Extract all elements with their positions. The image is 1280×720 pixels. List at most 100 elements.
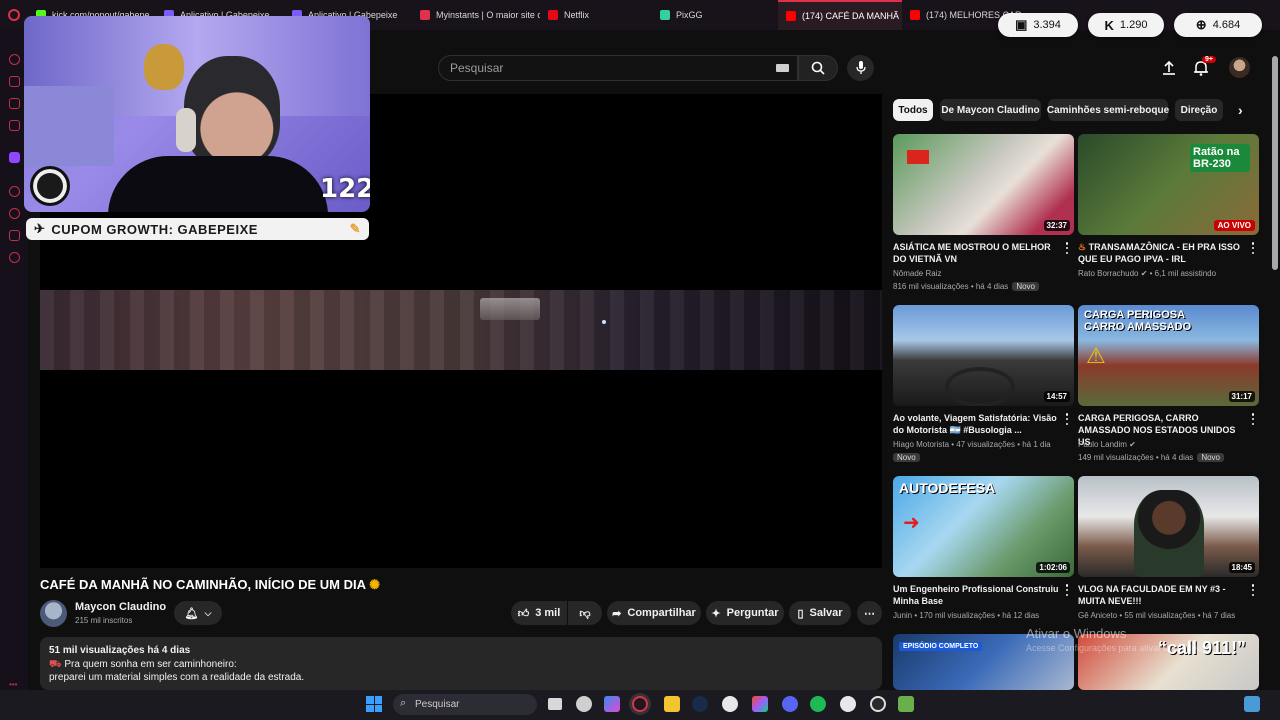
sidebar-pinboard-icon[interactable]	[9, 230, 20, 241]
browser-tab[interactable]: Myinstants | O maior site d…	[412, 0, 540, 30]
windows-start-icon[interactable]	[366, 696, 382, 712]
related-channel[interactable]: Paulo Landim ✔	[1078, 440, 1136, 449]
dislike-button[interactable]: 👎︎	[568, 601, 602, 625]
card-menu-button[interactable]	[1063, 412, 1071, 426]
related-thumbnail[interactable]: 14:57	[893, 305, 1074, 406]
related-thumbnail[interactable]: 18:45	[1078, 476, 1259, 577]
discord-icon[interactable]	[782, 696, 798, 712]
sidebar-more-icon[interactable]: •••	[9, 680, 17, 689]
sidebar-messenger-icon[interactable]	[9, 98, 20, 109]
chip-semi-trailer[interactable]: Caminhões semi-reboque	[1047, 99, 1169, 121]
bell-icon: 🔔︎	[184, 607, 199, 620]
related-title[interactable]: ASIÁTICA ME MOSTROU O MELHOR DO VIETNÃ V…	[893, 241, 1059, 265]
channel-avatar[interactable]	[40, 600, 67, 627]
chat-app-icon[interactable]	[604, 696, 620, 712]
sidebar-settings-icon[interactable]	[9, 252, 20, 263]
search-button[interactable]	[798, 55, 838, 81]
voice-search-button[interactable]	[847, 55, 874, 81]
description-line-2: preparei um material simples com a reali…	[49, 672, 305, 683]
related-channel[interactable]: Nômade Raiz	[893, 269, 941, 278]
chip-all[interactable]: Todos	[893, 99, 933, 121]
related-meta-text: • 47 visualizações • há 1 dia	[951, 440, 1051, 449]
upload-icon	[1163, 60, 1175, 75]
tray-icon[interactable]	[1244, 696, 1260, 712]
related-meta: Novo	[889, 453, 920, 462]
steam-icon[interactable]	[692, 696, 708, 712]
page-scrollbar[interactable]	[1272, 56, 1278, 270]
app-smiley-icon[interactable]	[722, 696, 738, 712]
tab-title: Netflix	[564, 10, 590, 20]
card-menu-button[interactable]	[1249, 241, 1257, 255]
webcam-headphones	[176, 108, 196, 152]
browser-tab[interactable]: Netflix	[540, 0, 652, 30]
ticket-icon: ✈	[34, 221, 46, 236]
subscriber-count: 215 mil inscritos	[75, 616, 133, 625]
browser-tab-active[interactable]: (174) CAFÉ DA MANHÃ NO…	[778, 0, 902, 30]
related-thumbnail[interactable]: AUTODEFESA ➜ 1:02:06	[893, 476, 1074, 577]
tab-title: Myinstants | O maior site d…	[436, 10, 540, 20]
card-menu-button[interactable]	[1063, 241, 1071, 255]
card-menu-button[interactable]	[1249, 583, 1257, 597]
related-channel[interactable]: Rato Borrachudo ✔ • 6,1 mil assistindo	[1078, 269, 1216, 278]
thumbnail-caption: AUTODEFESA	[899, 480, 996, 496]
related-thumbnail[interactable]: 32:37	[893, 134, 1074, 235]
taskbar-search-input[interactable]: ⌕ Pesquisar	[393, 694, 537, 715]
more-horizontal-icon: ⋯	[864, 607, 875, 620]
related-channel[interactable]: Junin • 170 mil visualizações • há 12 di…	[893, 611, 1039, 620]
keyboard-icon[interactable]	[776, 64, 789, 72]
video-description[interactable]: 51 mil visualizações há 4 dias ⛟ Pra que…	[40, 637, 882, 690]
sidebar-history-icon[interactable]	[9, 208, 20, 219]
subscribe-notification-button[interactable]: 🔔︎ ⌵	[174, 601, 222, 625]
webcam-shelf	[24, 86, 114, 166]
chip-driving[interactable]: Direção	[1175, 99, 1223, 121]
ask-button[interactable]: ✦ Perguntar	[706, 601, 784, 625]
spotify-icon[interactable]	[810, 696, 826, 712]
related-title[interactable]: Um Engenheiro Profissional Construiu Min…	[893, 583, 1059, 607]
sidebar-twitch-icon[interactable]	[9, 152, 20, 163]
sidebar-instagram-icon[interactable]	[9, 120, 20, 131]
chevron-right-icon[interactable]: ›	[1238, 102, 1243, 118]
microphone-icon	[855, 61, 866, 74]
upload-button[interactable]	[1160, 59, 1178, 77]
sidebar-extension-icon[interactable]	[9, 76, 20, 87]
more-actions-button[interactable]: ⋯	[857, 601, 882, 625]
chip-channel[interactable]: De Maycon Claudino	[940, 99, 1041, 121]
save-button[interactable]: ▯ Salvar	[789, 601, 851, 625]
channel-name[interactable]: Maycon Claudino	[75, 601, 166, 613]
video-frame-scene	[40, 290, 882, 370]
related-thumbnail[interactable]: CARGA PERIGOSA CARRO AMASSADO ⚠ 31:17	[1078, 305, 1259, 406]
related-title[interactable]: Ao volante, Viagem Satisfatória: Visão d…	[893, 412, 1059, 436]
browser-tab[interactable]: PixGG	[652, 0, 778, 30]
app-ghost-icon[interactable]	[840, 696, 856, 712]
related-meta-text: 816 mil visualizações • há 4 dias	[893, 282, 1009, 291]
card-menu-button[interactable]	[1249, 412, 1257, 426]
related-thumbnail[interactable]: Ratão na BR-230 AO VIVO	[1078, 134, 1259, 235]
copilot-icon[interactable]	[576, 696, 592, 712]
related-title[interactable]: ♨ TRANSAMAZÔNICA - EH PRA ISSO QUE EU PA…	[1078, 241, 1244, 265]
related-meta: 816 mil visualizações • há 4 dias Novo	[893, 282, 1039, 291]
like-button[interactable]: 👍︎ 3 mil	[511, 601, 567, 625]
video-duration: 18:45	[1228, 562, 1255, 573]
figma-icon[interactable]	[752, 696, 768, 712]
related-channel[interactable]: Hiago Motorista • 47 visualizações • há …	[893, 440, 1051, 449]
file-explorer-icon[interactable]	[664, 696, 680, 712]
globe-icon: ⊕	[1195, 17, 1207, 32]
obs-icon[interactable]	[870, 696, 886, 712]
card-menu-button[interactable]	[1063, 583, 1071, 597]
search-input[interactable]: Pesquisar	[438, 55, 798, 81]
opera-browser-icon[interactable]	[632, 696, 648, 712]
minecraft-icon[interactable]	[898, 696, 914, 712]
ask-label: Perguntar	[726, 607, 779, 619]
sidebar-player-icon[interactable]	[9, 186, 20, 197]
sidebar-home-icon[interactable]	[9, 54, 20, 65]
webcam-streamer-head	[184, 56, 280, 168]
share-button[interactable]: ➦ Compartilhar	[607, 601, 701, 625]
notifications-button[interactable]: 9+	[1192, 56, 1216, 77]
related-channel-text: Gê Aniceto	[1078, 611, 1118, 620]
warning-icon: ⚠	[1086, 343, 1106, 368]
task-view-icon[interactable]	[548, 698, 562, 710]
related-title[interactable]: VLOG NA FACULDADE EM NY #3 - MUITA NEVE!…	[1078, 583, 1244, 607]
avatar[interactable]	[1229, 57, 1250, 78]
related-meta: 149 mil visualizações • há 4 dias Novo	[1078, 453, 1224, 462]
related-channel[interactable]: Gê Aniceto • 55 mil visualizações • há 7…	[1078, 611, 1235, 620]
